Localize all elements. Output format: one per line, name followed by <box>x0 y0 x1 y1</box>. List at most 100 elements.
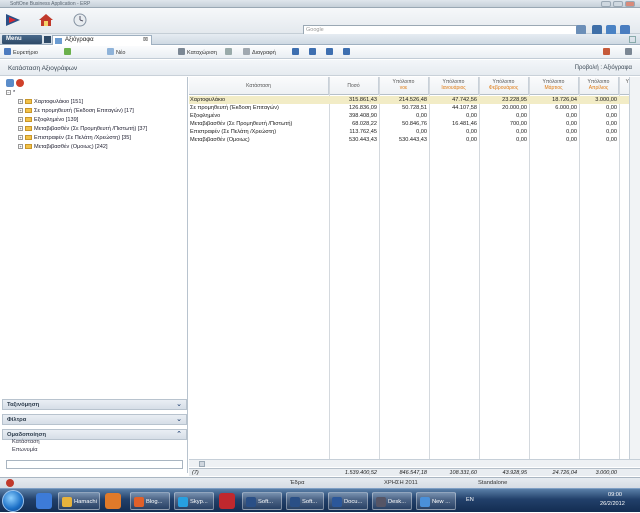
filter-section-header[interactable]: Φίλτρα ⌄ <box>2 414 187 425</box>
balance-cell: 0,00 <box>606 129 617 135</box>
taskbar-item[interactable]: Soft... <box>286 492 324 510</box>
taskbar-item[interactable]: Docu... <box>328 492 368 510</box>
tab-documents[interactable]: Αξιόγραφα ⊠ <box>52 35 152 45</box>
expand-icon[interactable]: + <box>18 99 23 104</box>
taskbar-item-label: New ... <box>432 499 451 505</box>
folder-icon <box>25 126 32 131</box>
balance-cell: 0,00 <box>606 121 617 127</box>
options-button[interactable] <box>625 48 634 57</box>
favorites-button[interactable] <box>64 48 73 57</box>
balance-cell: 20.000,00 <box>502 105 527 111</box>
softone-icon <box>246 497 256 507</box>
tree-toggle-icon[interactable] <box>6 79 14 87</box>
column-header[interactable]: Υπόλοιπο Μάρτιος <box>529 77 579 95</box>
tree-item[interactable]: + Σε προμηθευτή (Έκδοση Επιταγών) [17] <box>18 107 134 115</box>
scroll-thumb[interactable] <box>199 461 205 467</box>
expand-icon[interactable]: + <box>18 108 23 113</box>
folder-icon <box>25 108 32 113</box>
window-title-bar: SoftOne Business Application - ERP <box>0 0 640 8</box>
softone-logo-icon[interactable] <box>5 13 21 27</box>
maximize-button[interactable] <box>613 1 623 7</box>
horizontal-scrollbar[interactable] <box>189 459 640 467</box>
taskbar-item[interactable]: Blog... <box>130 492 170 510</box>
view-selector[interactable]: Προβολή : Αξιόγραφα <box>575 65 632 71</box>
close-tab-icon[interactable]: ⊠ <box>143 36 148 45</box>
column-header-sublabel: Απρίλιος <box>588 85 609 91</box>
tree-item[interactable]: + Μεταβιβασθέν (Ομοιως) [242] <box>18 143 108 151</box>
vertical-scrollbar[interactable] <box>629 77 640 460</box>
group-select[interactable] <box>6 460 183 469</box>
print-button[interactable] <box>292 48 301 57</box>
balance-cell: 50.728,51 <box>402 105 427 111</box>
totals-row: (7) 1.539.400,52 846.547,18 108.331,60 4… <box>189 468 640 476</box>
save-button[interactable]: Καταχώριση <box>178 48 217 57</box>
taskbar-item[interactable]: Soft... <box>242 492 282 510</box>
taskbar-item[interactable]: New ... <box>416 492 456 510</box>
start-button[interactable] <box>2 490 24 512</box>
column-header[interactable]: Υπόλοιπο Ιανουάριος <box>429 77 479 95</box>
tree-root[interactable]: − * <box>6 89 15 97</box>
group-option[interactable]: Επωνυμία <box>12 447 37 453</box>
clock-icon[interactable] <box>72 13 88 27</box>
ie-icon[interactable] <box>36 493 52 509</box>
status-cell: Επιστραφέν (Σε Πελάτη /Χρεώστη) <box>190 129 277 135</box>
table-row[interactable]: Μεταβιβασθέν (Σε Προμηθευτή /Πιστωτή) 68… <box>189 120 640 128</box>
browse-button[interactable]: Ευρετήριο <box>4 48 38 57</box>
column-header[interactable]: Ποσό <box>329 77 379 95</box>
column-header[interactable]: Κατάσταση <box>189 77 329 95</box>
table-row[interactable]: Μεταβιβασθέν (Ομοιως) 530.443,43 530.443… <box>189 136 640 144</box>
tree-item[interactable]: + Χαρτοφυλάκιο [151] <box>18 98 83 106</box>
taskbar-item[interactable]: Hamachi <box>58 492 100 510</box>
total-balance: 3.000,00 <box>595 470 617 476</box>
table-row[interactable]: Σε προμηθευτή (Έκδοση Επιταγών) 126.836,… <box>189 104 640 112</box>
expand-icon[interactable]: + <box>18 144 23 149</box>
taskbar-item[interactable]: Skyp... <box>174 492 214 510</box>
balance-cell: 700,00 <box>509 121 527 127</box>
sort-section-header[interactable]: Ταξινόμηση ⌄ <box>2 399 187 410</box>
clock-date[interactable]: 26/2/2012 <box>600 501 625 507</box>
minimize-button[interactable] <box>601 1 611 7</box>
column-header[interactable]: Υπόλοιπο νοε <box>379 77 429 95</box>
new-button[interactable]: Νέο <box>107 48 125 57</box>
filter-button[interactable] <box>326 48 335 57</box>
main-menu-button[interactable]: Menu <box>2 35 42 44</box>
export-button[interactable] <box>343 48 352 57</box>
tree-item[interactable]: + Επιστραφέν (Σε Πελάτη /Χρεώστη) [35] <box>18 134 131 142</box>
taskbar-item[interactable]: Desk... <box>372 492 412 510</box>
data-grid: Κατάσταση Ποσό Υπόλοιπο νοε Υπόλοιπο Ιανου… <box>189 77 640 470</box>
windows-taskbar: Hamachi Blog... Skyp... Soft... Soft... … <box>0 488 640 512</box>
column-header[interactable]: Υπόλοιπο Φεβρουάριος <box>479 77 529 95</box>
taskbar-item-label: Hamachi <box>74 499 97 505</box>
tree-item-label: Εξοφλημένο [139] <box>34 117 79 123</box>
table-row[interactable]: Χαρτοφυλάκιο 315.861,43 214.526,48 47.74… <box>189 96 640 104</box>
home-icon[interactable] <box>38 13 54 27</box>
column-header[interactable]: Υπόλοιπο Απρίλιος <box>579 77 619 95</box>
table-row[interactable]: Επιστραφέν (Σε Πελάτη /Χρεώστη) 113.762,… <box>189 128 640 136</box>
refresh-button[interactable] <box>309 48 318 57</box>
tools-button[interactable] <box>603 48 612 57</box>
expand-icon[interactable]: + <box>18 135 23 140</box>
language-indicator[interactable]: EN <box>466 497 474 503</box>
total-balance: 108.331,60 <box>449 470 477 476</box>
menu-dropdown-icon[interactable] <box>44 36 51 43</box>
group-option[interactable]: Κατάσταση <box>12 439 40 445</box>
table-row[interactable]: Εξοφλημένο 398.408,90 0,00 0,00 0,00 0,0… <box>189 112 640 120</box>
tree-refresh-icon[interactable] <box>16 79 24 87</box>
cancel-button[interactable] <box>225 48 234 57</box>
collapse-icon[interactable]: − <box>6 90 11 95</box>
tree-item[interactable]: + Εξοφλημένο [139] <box>18 116 78 124</box>
tree-item[interactable]: + Μεταβιβασθέν (Σε Προμηθευτή /Πιστωτή) [… <box>18 125 147 133</box>
close-button[interactable] <box>625 1 635 7</box>
close-window-icon[interactable] <box>629 36 636 43</box>
expand-icon[interactable]: + <box>18 126 23 131</box>
status-bar: Έδρα ΧΡΗΣΗ 2011 Standalone <box>0 477 640 488</box>
media-player-icon[interactable] <box>105 493 121 509</box>
app-icon[interactable] <box>219 493 235 509</box>
balance-cell: 0,00 <box>606 137 617 143</box>
expand-icon[interactable]: + <box>18 117 23 122</box>
delete-button[interactable]: Διαγραφή <box>243 48 276 57</box>
clock-time[interactable]: 09:00 <box>608 492 622 498</box>
status-cell: Χαρτοφυλάκιο <box>190 97 226 103</box>
balance-cell: 0,00 <box>606 113 617 119</box>
balance-cell: 0,00 <box>416 113 427 119</box>
